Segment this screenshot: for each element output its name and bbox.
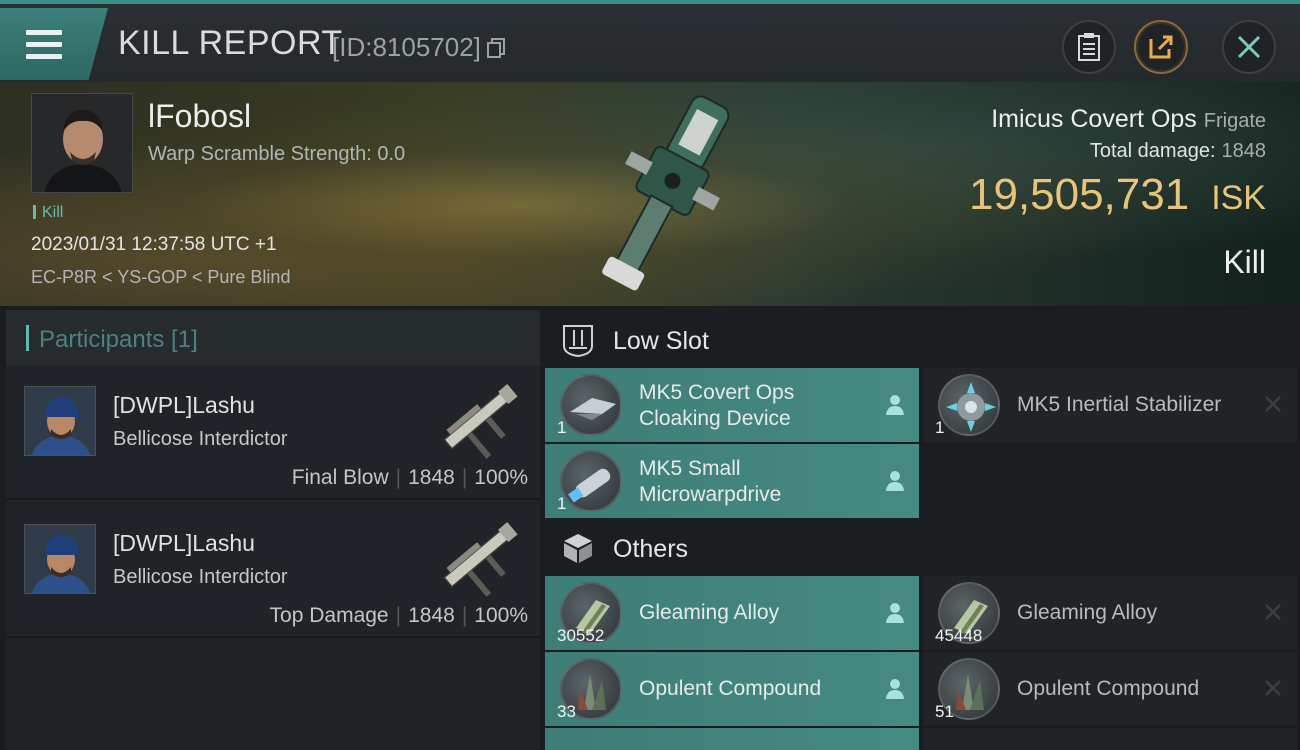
total-damage: Total damage: 1848 <box>1089 140 1266 162</box>
share-button[interactable] <box>1134 20 1188 74</box>
menu-icon <box>26 30 62 66</box>
cargo-item[interactable]: 33 Opulent Compound <box>545 652 919 726</box>
close-button[interactable] <box>1222 20 1276 74</box>
victim-ship-image[interactable] <box>575 84 755 306</box>
x-icon <box>1265 680 1281 696</box>
clipboard-button[interactable] <box>1062 20 1116 74</box>
menu-button[interactable] <box>0 8 108 80</box>
victim-ship-name[interactable]: Imicus Covert Ops Frigate <box>991 105 1266 134</box>
clipboard-icon <box>1078 33 1100 61</box>
module-name: MK5 Covert Ops Cloaking Device <box>639 381 795 430</box>
cargo-item[interactable] <box>923 728 1297 750</box>
participants-panel: Participants [1] [DWPL]Lashu Bellicose I… <box>6 310 540 750</box>
module-name: MK5 Small Microwarpdrive <box>639 457 782 506</box>
participant-row[interactable]: [DWPL]Lashu Bellicose Interdictor Top Da… <box>6 504 540 638</box>
cargo-name: Gleaming Alloy <box>639 601 780 624</box>
isk-value: 19,505,731 ISK <box>968 170 1266 219</box>
cargo-name: Opulent Compound <box>1017 677 1200 700</box>
kill-location[interactable]: EC-P8R < YS-GOP < Pure Blind <box>31 267 290 288</box>
kill-datetime: 2023/01/31 12:37:58 UTC +1 <box>31 234 277 255</box>
warp-scramble: Warp Scramble Strength: 0.0 <box>148 143 406 165</box>
participant-row[interactable]: [DWPL]Lashu Bellicose Interdictor Final … <box>6 366 540 500</box>
others-header: Others <box>545 518 1300 578</box>
ship-class: Frigate <box>1203 110 1266 132</box>
participant-avatar[interactable] <box>24 386 96 456</box>
cloaking-device-icon <box>560 374 622 436</box>
participant-name: [DWPL]Lashu <box>113 530 255 556</box>
participant-name: [DWPL]Lashu <box>113 392 255 418</box>
kill-tag: Kill <box>33 204 63 222</box>
x-icon <box>1265 396 1281 412</box>
participant-avatar[interactable] <box>24 524 96 594</box>
victim-portrait[interactable] <box>31 93 133 193</box>
participants-header: Participants [1] <box>6 310 540 366</box>
participant-ship: Bellicose Interdictor <box>113 566 288 588</box>
page-title: KILL REPORT <box>118 24 343 62</box>
cube-icon <box>564 534 592 563</box>
participant-stats: Final Blow | 1848 | 100% <box>291 466 528 489</box>
module-item[interactable]: 1 MK5 Inertial Stabilizer <box>923 368 1297 442</box>
participant-ship: Bellicose Interdictor <box>113 428 288 450</box>
result-label: Kill <box>1223 244 1266 280</box>
module-name: MK5 Inertial Stabilizer <box>1017 393 1222 416</box>
module-item[interactable]: 1 MK5 Small Microwarpdrive <box>545 444 919 518</box>
participant-ship-image <box>443 522 518 597</box>
report-id: [ID:8105702] <box>332 32 481 62</box>
person-icon <box>886 679 904 699</box>
inertial-stabilizer-icon <box>938 374 1000 436</box>
cargo-item[interactable]: 30552 Gleaming Alloy <box>545 576 919 650</box>
person-icon <box>886 395 904 415</box>
share-icon <box>1149 35 1173 59</box>
module-item[interactable]: 1 MK5 Covert Ops Cloaking Device <box>545 368 919 442</box>
person-icon <box>886 603 904 623</box>
cargo-item[interactable]: 45448 Gleaming Alloy <box>923 576 1297 650</box>
header-bar: KILL REPORT [ID:8105702] <box>0 0 1300 82</box>
participant-stats: Top Damage | 1848 | 100% <box>269 604 528 627</box>
person-icon <box>886 471 904 491</box>
low-slot-icon <box>563 325 593 358</box>
victim-panel: lFobosl Warp Scramble Strength: 0.0 Kill… <box>0 82 1300 306</box>
microwarpdrive-icon <box>560 450 622 512</box>
x-icon <box>1265 604 1281 620</box>
low-slot-header: Low Slot <box>545 310 1300 370</box>
cargo-item[interactable]: 51 Opulent Compound <box>923 652 1297 726</box>
close-icon <box>1237 35 1261 59</box>
cargo-item[interactable] <box>545 728 919 750</box>
cargo-name: Gleaming Alloy <box>1017 601 1158 624</box>
participant-ship-image <box>443 384 518 459</box>
victim-name[interactable]: lFobosl <box>148 98 251 135</box>
copy-icon[interactable] <box>487 38 505 58</box>
cargo-name: Opulent Compound <box>639 677 822 700</box>
